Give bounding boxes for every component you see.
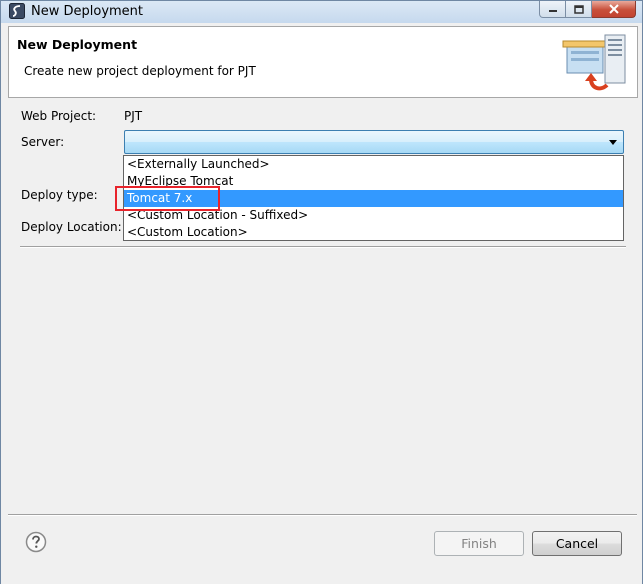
chevron-down-icon[interactable] xyxy=(609,140,617,145)
deploy-type-label: Deploy type: xyxy=(21,188,98,202)
window-title: New Deployment xyxy=(31,4,144,19)
page-title: New Deployment xyxy=(17,37,138,52)
close-icon xyxy=(608,4,619,14)
minimize-icon xyxy=(548,10,557,12)
maximize-icon xyxy=(573,4,584,14)
form-separator xyxy=(20,246,626,248)
help-icon[interactable] xyxy=(25,531,47,553)
title-bar[interactable]: New Deployment xyxy=(1,1,642,23)
button-bar-separator xyxy=(8,514,637,516)
minimize-button[interactable] xyxy=(539,1,566,18)
deploy-location-label: Deploy Location: xyxy=(21,220,122,234)
window-bottom-edge xyxy=(1,567,642,584)
finish-button[interactable]: Finish xyxy=(434,531,524,556)
server-label: Server: xyxy=(21,135,65,149)
wizard-header: New Deployment Create new project deploy… xyxy=(8,26,638,98)
web-project-value: PJT xyxy=(124,109,143,123)
server-combo[interactable] xyxy=(124,130,624,154)
annotation-highlight-box xyxy=(115,186,220,211)
server-option[interactable]: <Custom Location> xyxy=(124,224,623,241)
server-deploy-icon xyxy=(562,34,626,91)
new-deployment-window: New Deployment New Deployment Create new… xyxy=(0,0,643,584)
page-description: Create new project deployment for PJT xyxy=(24,64,256,78)
maximize-button[interactable] xyxy=(566,1,592,18)
myeclipse-logo-icon xyxy=(9,3,25,19)
cancel-button[interactable]: Cancel xyxy=(532,531,622,556)
close-button[interactable] xyxy=(592,1,636,18)
web-project-label: Web Project: xyxy=(21,109,97,123)
server-option[interactable]: <Externally Launched> xyxy=(124,156,623,173)
